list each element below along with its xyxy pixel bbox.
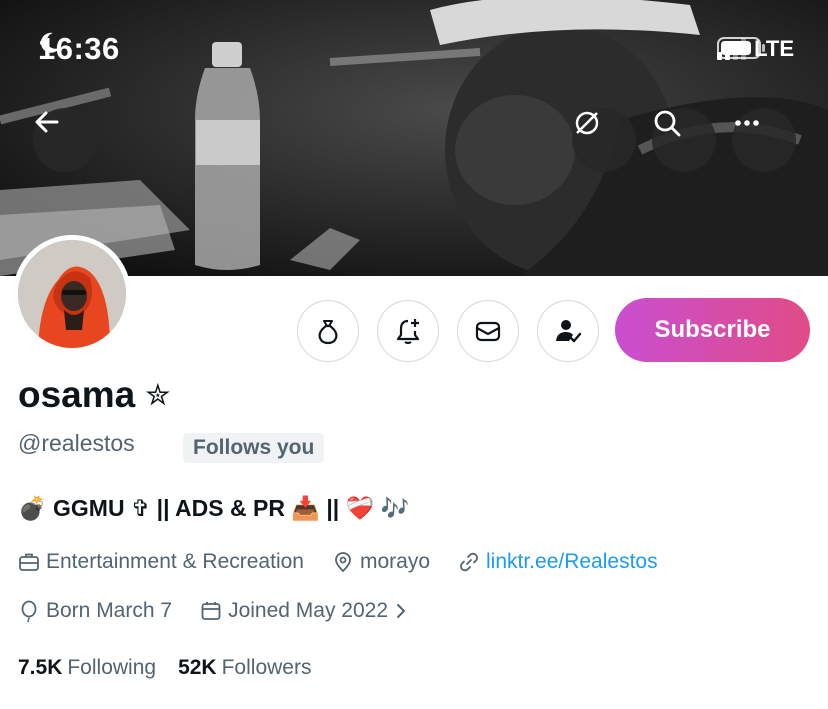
chevron-right-icon (397, 604, 406, 618)
status-time: 16:36 (38, 31, 120, 67)
tip-button[interactable] (297, 300, 359, 362)
location-pin-icon (335, 552, 351, 573)
link-icon (460, 552, 478, 572)
joined-text: Joined May 2022 (228, 599, 389, 622)
avatar[interactable] (13, 235, 131, 353)
battery-icon (717, 37, 766, 59)
following-label: Following (67, 656, 157, 679)
profile-meta-row-1: Entertainment & Recreation morayo linktr… (18, 550, 686, 574)
followers-label: Followers (221, 656, 312, 679)
balloon-icon (21, 600, 37, 622)
category-text: Entertainment & Recreation (46, 550, 304, 573)
message-button[interactable] (457, 300, 519, 362)
profile-banner[interactable]: 16:36 LTE (0, 0, 828, 276)
moon-icon (40, 32, 60, 53)
location-item: morayo (332, 550, 430, 574)
profile-bio: 💣 GGMU ✞ || ADS & PR 📥 || ❤️‍🩹 🎶 (18, 495, 410, 521)
profile-page: 16:36 LTE Subscribe osama ✮ @realestos F… (0, 0, 828, 709)
following-button[interactable] (537, 300, 599, 362)
profile-handle: @realestos (18, 430, 135, 456)
location-text: morayo (359, 550, 430, 573)
briefcase-icon (19, 553, 39, 571)
search-icon (654, 110, 681, 137)
search-button[interactable] (652, 108, 716, 172)
following-link[interactable]: 7.5K Following (18, 656, 156, 680)
arrow-left-icon (35, 111, 59, 133)
website-text[interactable]: linktr.ee/Realestos (486, 550, 658, 574)
profile-meta-row-2: Born March 7 Joined May 2022 (18, 599, 436, 623)
bell-plus-icon (396, 319, 420, 345)
profile-stats: 7.5K Following 52K Followers (18, 656, 311, 680)
more-button[interactable] (732, 108, 796, 172)
grok-icon (575, 111, 599, 135)
category-item: Entertainment & Recreation (18, 550, 304, 574)
back-button[interactable] (33, 108, 97, 172)
joined-item[interactable]: Joined May 2022 (200, 599, 408, 623)
status-indicators: LTE (717, 36, 794, 62)
followers-count: 52K (178, 656, 217, 679)
more-dots-icon (735, 120, 759, 126)
subscribe-button[interactable]: Subscribe (615, 298, 810, 362)
birthday-item: Born March 7 (18, 599, 172, 623)
profile-name: osama ✮ (18, 374, 170, 416)
avatar-image (18, 240, 126, 348)
star-icon: ✮ (145, 378, 171, 412)
followers-link[interactable]: 52K Followers (178, 656, 311, 680)
website-link[interactable]: linktr.ee/Realestos (458, 550, 658, 574)
money-bag-icon (318, 320, 338, 345)
follows-you-badge: Follows you (183, 433, 325, 463)
envelope-icon (475, 321, 501, 342)
birthday-text: Born March 7 (46, 599, 173, 622)
display-name: osama (18, 374, 136, 415)
notifications-button[interactable] (377, 300, 439, 362)
following-count: 7.5K (18, 656, 63, 679)
user-check-icon (556, 320, 582, 343)
grok-button[interactable] (572, 108, 636, 172)
calendar-icon (201, 602, 221, 620)
